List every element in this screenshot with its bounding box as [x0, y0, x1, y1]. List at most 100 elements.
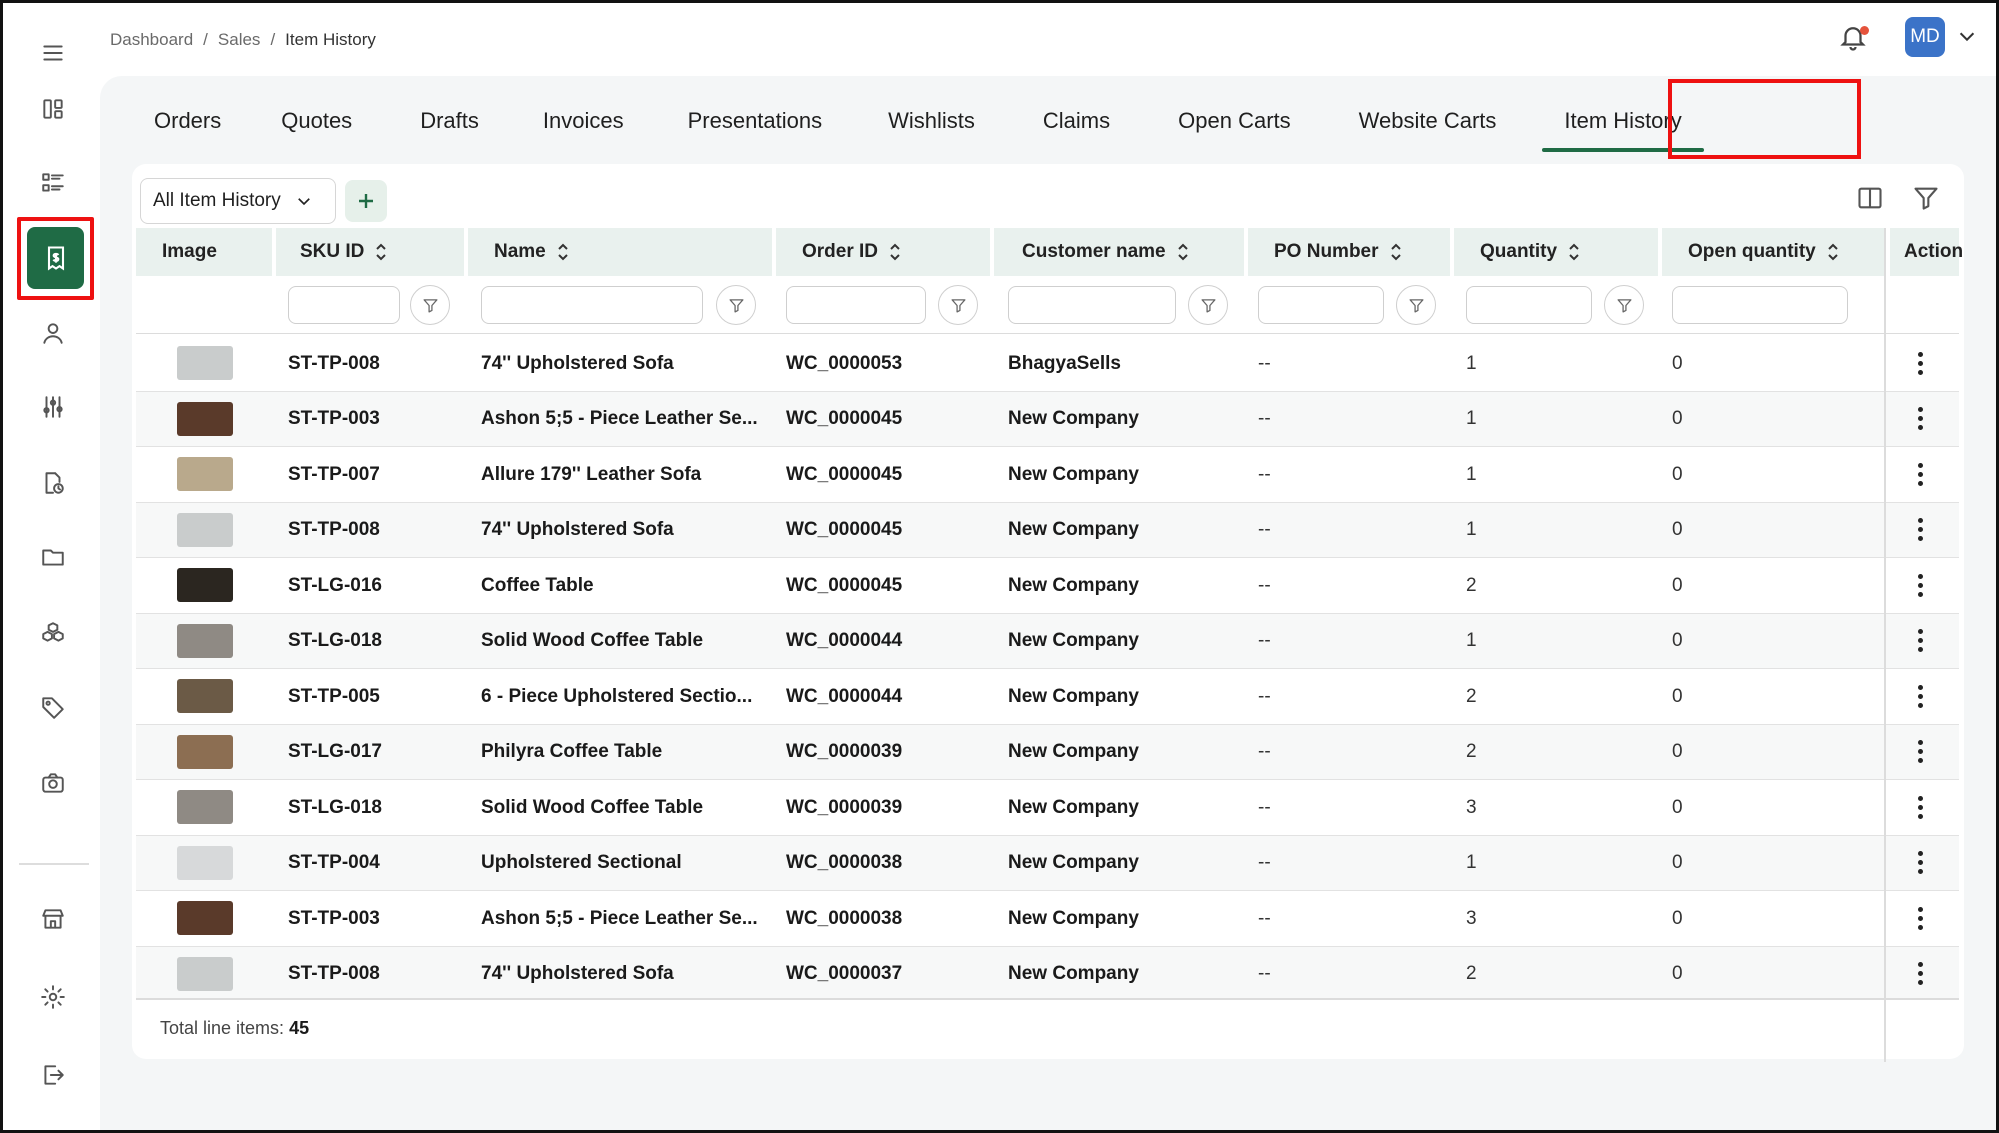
filter-icon[interactable]: [1188, 285, 1228, 325]
hamburger-icon[interactable]: [31, 31, 75, 75]
view-select[interactable]: All Item History: [140, 178, 336, 224]
product-thumbnail: [177, 901, 233, 935]
more-actions-icon[interactable]: [1910, 679, 1930, 713]
tab-invoices[interactable]: Invoices: [511, 76, 656, 166]
breadcrumb-dashboard[interactable]: Dashboard: [110, 30, 193, 50]
name-filter-input[interactable]: [481, 286, 703, 324]
breadcrumb-separator: /: [270, 30, 276, 49]
column-header-customer[interactable]: Customer name: [994, 228, 1244, 276]
po-number-filter-input[interactable]: [1258, 286, 1384, 324]
more-actions-icon[interactable]: [1910, 457, 1930, 491]
order-id-filter-input[interactable]: [786, 286, 926, 324]
sort-icon[interactable]: [1176, 242, 1190, 262]
quantity-filter-input[interactable]: [1466, 286, 1592, 324]
file-clock-icon[interactable]: [31, 461, 75, 505]
tab-open-carts[interactable]: Open Carts: [1144, 76, 1325, 166]
dashboard-icon[interactable]: [31, 87, 75, 131]
table-row[interactable]: ST-TP-003 Ashon 5;5 - Piece Leather Se...…: [136, 391, 1959, 447]
table-row[interactable]: ST-TP-008 74'' Upholstered Sofa WC_0000045…: [136, 502, 1959, 558]
breadcrumb: Dashboard / Sales / Item History: [110, 30, 376, 50]
sales-receipt-icon[interactable]: [27, 227, 84, 289]
customer-cell: New Company: [1008, 574, 1139, 596]
tab-wishlists[interactable]: Wishlists: [854, 76, 1009, 166]
customer-cell: New Company: [1008, 907, 1139, 929]
po-number-cell: --: [1258, 852, 1271, 873]
more-actions-icon[interactable]: [1910, 513, 1930, 547]
more-actions-icon[interactable]: [1910, 957, 1930, 991]
breadcrumb-sales[interactable]: Sales: [218, 30, 261, 50]
avatar[interactable]: MD: [1905, 17, 1945, 57]
filter-icon[interactable]: [1912, 184, 1942, 214]
more-actions-icon[interactable]: [1910, 624, 1930, 658]
customer-filter-input[interactable]: [1008, 286, 1176, 324]
folder-icon[interactable]: [31, 535, 75, 579]
filter-icon[interactable]: [716, 285, 756, 325]
open-quantity-filter-input[interactable]: [1672, 286, 1848, 324]
sidebar: [3, 3, 100, 1130]
open-quantity-cell: 0: [1672, 907, 1683, 929]
table-row[interactable]: ST-LG-018 Solid Wood Coffee Table WC_00000…: [136, 613, 1959, 669]
quantity-cell: 2: [1466, 685, 1477, 707]
sort-icon[interactable]: [374, 242, 388, 262]
more-actions-icon[interactable]: [1910, 402, 1930, 436]
list-icon[interactable]: [31, 161, 75, 205]
more-actions-icon[interactable]: [1910, 346, 1930, 380]
columns-icon[interactable]: [1856, 184, 1886, 214]
column-header-po-number[interactable]: PO Number: [1248, 228, 1450, 276]
tab-presentations[interactable]: Presentations: [656, 76, 855, 166]
column-header-sku[interactable]: SKU ID: [276, 228, 464, 276]
table-row[interactable]: ST-TP-005 6 - Piece Upholstered Sectio...…: [136, 669, 1959, 725]
table-row[interactable]: ST-TP-003 Ashon 5;5 - Piece Leather Se...…: [136, 891, 1959, 947]
name-cell: Upholstered Sectional: [481, 852, 682, 873]
column-header-open-quantity[interactable]: Open quantity: [1662, 228, 1886, 276]
view-select-value: All Item History: [153, 190, 281, 211]
gear-icon[interactable]: [31, 975, 75, 1019]
logout-icon[interactable]: [31, 1053, 75, 1097]
filter-icon[interactable]: [938, 285, 978, 325]
tab-quotes[interactable]: Quotes: [245, 76, 388, 166]
more-actions-icon[interactable]: [1910, 735, 1930, 769]
tag-icon[interactable]: [31, 685, 75, 729]
name-cell: 6 - Piece Upholstered Sectio...: [481, 685, 753, 707]
more-actions-icon[interactable]: [1910, 790, 1930, 824]
total-label: Total line items:: [160, 1018, 285, 1038]
store-icon[interactable]: [31, 897, 75, 941]
filter-icon[interactable]: [410, 285, 450, 325]
column-header-quantity[interactable]: Quantity: [1454, 228, 1658, 276]
table-row[interactable]: ST-LG-016 Coffee Table WC_0000045 New Compa…: [136, 558, 1959, 614]
table-row[interactable]: ST-LG-017 Philyra Coffee Table WC_0000039 N…: [136, 724, 1959, 780]
table-row[interactable]: ST-TP-004 Upholstered Sectional WC_0000038…: [136, 835, 1959, 891]
sort-icon[interactable]: [556, 242, 570, 262]
more-actions-icon[interactable]: [1910, 846, 1930, 880]
table-row[interactable]: ST-TP-008 74'' Upholstered Sofa WC_0000053…: [136, 336, 1959, 392]
column-header-order-id[interactable]: Order ID: [776, 228, 990, 276]
filter-icon[interactable]: [1604, 285, 1644, 325]
more-actions-icon[interactable]: [1910, 568, 1930, 602]
bell-icon[interactable]: [1838, 22, 1872, 56]
camera-icon[interactable]: [31, 761, 75, 805]
add-view-button[interactable]: [345, 180, 387, 222]
column-header-name[interactable]: Name: [468, 228, 772, 276]
more-actions-icon[interactable]: [1910, 901, 1930, 935]
column-header-image: Image: [136, 228, 272, 276]
sku-filter-input[interactable]: [288, 286, 400, 324]
tab-drafts[interactable]: Drafts: [388, 76, 511, 166]
order-id-cell: WC_0000053: [786, 352, 903, 374]
table-row[interactable]: ST-LG-018 Solid Wood Coffee Table WC_00000…: [136, 780, 1959, 836]
table-row[interactable]: ST-TP-008 74'' Upholstered Sofa WC_0000037…: [136, 946, 1959, 998]
table-row[interactable]: ST-TP-007 Allure 179'' Leather Sofa WC_000…: [136, 447, 1959, 503]
sliders-icon[interactable]: [31, 385, 75, 429]
sort-icon[interactable]: [888, 242, 902, 262]
tab-website-carts[interactable]: Website Carts: [1325, 76, 1531, 166]
sort-icon[interactable]: [1567, 242, 1581, 262]
sort-icon[interactable]: [1826, 242, 1840, 262]
tab-orders[interactable]: Orders: [130, 76, 245, 166]
cubes-icon[interactable]: [31, 611, 75, 655]
order-id-cell: WC_0000045: [786, 574, 903, 596]
sort-icon[interactable]: [1389, 242, 1403, 262]
filter-icon[interactable]: [1396, 285, 1436, 325]
chevron-down-icon[interactable]: [1956, 25, 1978, 47]
user-icon[interactable]: [31, 311, 75, 355]
open-quantity-cell: 0: [1672, 796, 1683, 818]
tab-claims[interactable]: Claims: [1009, 76, 1144, 166]
